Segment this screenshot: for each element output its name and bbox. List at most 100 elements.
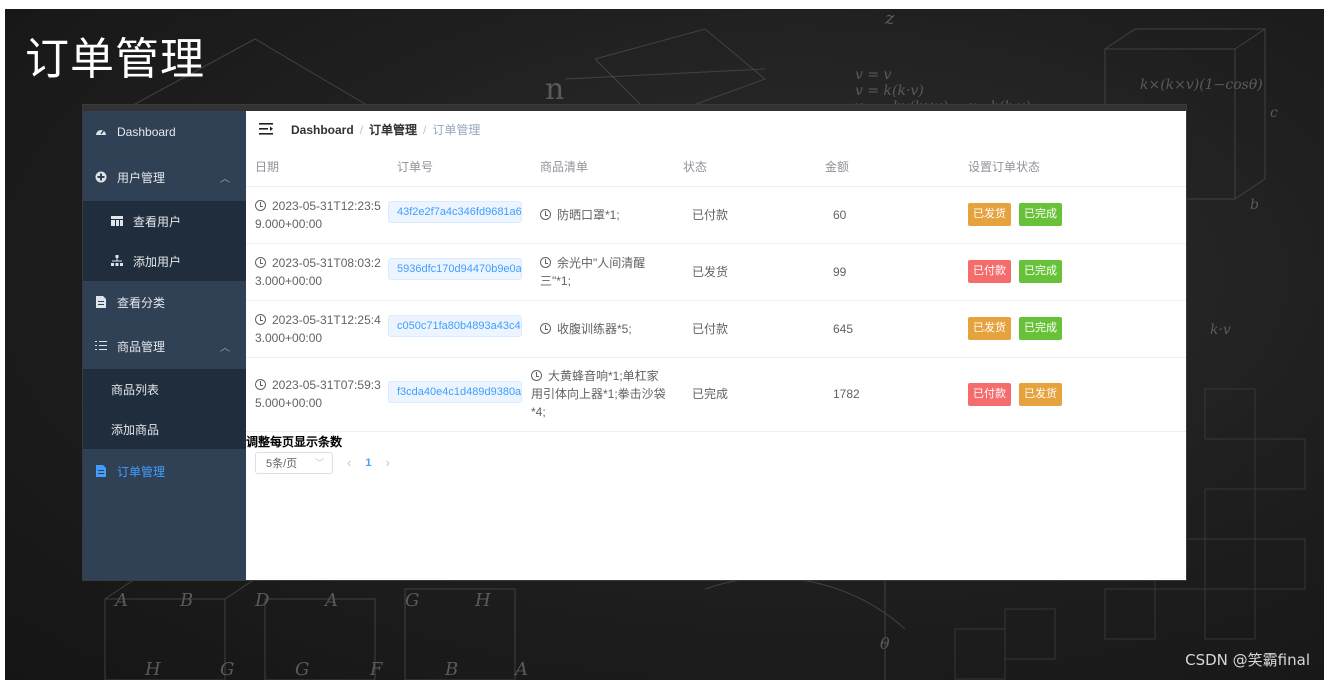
clock-icon bbox=[255, 256, 266, 268]
svg-text:k·v: k·v bbox=[1210, 322, 1231, 338]
table-row: 2023-05-31T12:23:5 9.000+00:00 43f2e2f7a4… bbox=[246, 186, 1186, 244]
chevron-up-icon: ︿ bbox=[220, 174, 230, 185]
clock-icon bbox=[255, 313, 266, 325]
sidebar-item-view-categories[interactable]: 查看分类 bbox=[83, 281, 246, 323]
sidebar-item-label: Dashboard bbox=[117, 125, 176, 139]
svg-text:k×(k×v)(1−cosθ): k×(k×v)(1−cosθ) bbox=[1140, 77, 1263, 93]
column-header-set-status: 设置订单状态 bbox=[959, 148, 1186, 187]
svg-text:H: H bbox=[474, 590, 491, 611]
svg-text:z: z bbox=[884, 9, 895, 29]
order-no-tag: f3cda40e4c1d489d9380a29c bbox=[388, 380, 522, 403]
table-row: 2023-05-31T07:59:3 5.000+00:00 f3cda40e4c… bbox=[246, 357, 1186, 432]
sidebar-item-dashboard[interactable]: Dashboard bbox=[83, 111, 246, 153]
breadcrumb-item[interactable]: Dashboard bbox=[291, 123, 354, 137]
sidebar: Dashboard 用户管理 ︿ 查看用户 添加用户 查看分类 商品管理 ︿ 商… bbox=[83, 111, 246, 580]
set-completed-button[interactable]: 已完成 bbox=[1019, 317, 1062, 340]
table-header-row: 日期 订单号 商品清单 状态 金额 设置订单状态 bbox=[246, 148, 1186, 187]
chevron-down-icon: ﹀ bbox=[314, 458, 324, 468]
sidebar-item-label: 查看分类 bbox=[117, 295, 166, 310]
date-cell: 2023-05-31T12:25:4 3.000+00:00 bbox=[246, 300, 388, 358]
sidebar-item-add-user[interactable]: 添加用户 bbox=[83, 241, 246, 281]
pagination: 5条/页 ﹀ ‹ 1 › bbox=[255, 451, 1186, 474]
date-cell: 2023-05-31T12:23:5 9.000+00:00 bbox=[246, 186, 388, 244]
sidebar-item-order-management[interactable]: 订单管理 bbox=[83, 449, 246, 493]
svg-text:v = v: v = v bbox=[855, 67, 892, 83]
main-content: Dashboard / 订单管理 / 订单管理 日期 订单号 商品清单 状态 金… bbox=[246, 111, 1186, 580]
svg-text:G: G bbox=[220, 659, 234, 680]
actions-cell: 已发货 已完成 bbox=[959, 300, 1186, 358]
svg-text:D: D bbox=[254, 590, 270, 611]
amount-cell: 645 bbox=[816, 300, 959, 358]
goods-cell: 收腹训练器*5; bbox=[531, 300, 674, 358]
actions-cell: 已付款 已完成 bbox=[959, 243, 1186, 301]
document-icon bbox=[95, 465, 107, 477]
page-size-select[interactable]: 5条/页 ﹀ bbox=[255, 451, 333, 474]
status-cell: 已完成 bbox=[674, 357, 816, 432]
set-paid-button[interactable]: 已付款 bbox=[968, 260, 1011, 283]
breadcrumb-current: 订单管理 bbox=[432, 123, 481, 137]
set-shipped-button[interactable]: 已发货 bbox=[968, 203, 1011, 226]
breadcrumb-separator: / bbox=[359, 122, 364, 137]
set-paid-button[interactable]: 已付款 bbox=[968, 382, 1011, 406]
sidebar-item-label: 商品列表 bbox=[111, 382, 160, 397]
clock-icon bbox=[540, 208, 551, 220]
app-window: Dashboard 用户管理 ︿ 查看用户 添加用户 查看分类 商品管理 ︿ 商… bbox=[83, 105, 1186, 580]
goods-text: 大黄蜂音响*1;单杠家 bbox=[548, 369, 659, 383]
slide-title: 订单管理 bbox=[25, 34, 205, 85]
breadcrumb-separator: / bbox=[423, 122, 427, 137]
date-text: 2023-05-31T08:03:2 bbox=[272, 255, 381, 270]
svg-text:n: n bbox=[545, 72, 564, 107]
column-header-amount: 金额 bbox=[816, 148, 959, 187]
sidebar-item-goods-list[interactable]: 商品列表 bbox=[83, 369, 246, 409]
sidebar-item-label: 用户管理 bbox=[117, 170, 166, 185]
actions-cell: 已发货 已完成 bbox=[959, 186, 1186, 244]
order-no-cell: 5936dfc170d94470b9e0a5de bbox=[388, 243, 531, 301]
date-text: 3.000+00:00 bbox=[255, 330, 323, 345]
next-page-button[interactable]: › bbox=[385, 455, 389, 470]
sidebar-item-view-users[interactable]: 查看用户 bbox=[83, 201, 246, 241]
clock-icon bbox=[540, 256, 551, 268]
amount-cell: 60 bbox=[816, 186, 959, 244]
breadcrumb-item[interactable]: 订单管理 bbox=[369, 121, 417, 138]
prev-page-button[interactable]: ‹ bbox=[347, 455, 351, 470]
tree-icon bbox=[111, 255, 123, 267]
date-text: 9.000+00:00 bbox=[255, 216, 323, 231]
order-no-cell: c050c71fa80b4893a43c4a4dt bbox=[388, 300, 531, 358]
set-shipped-button[interactable]: 已发货 bbox=[968, 317, 1011, 340]
date-text: 5.000+00:00 bbox=[255, 396, 323, 410]
clock-icon bbox=[255, 379, 266, 390]
page-number-current[interactable]: 1 bbox=[365, 457, 371, 469]
orders-table: 日期 订单号 商品清单 状态 金额 设置订单状态 2023-05-31T12:2… bbox=[246, 148, 1186, 432]
set-completed-button[interactable]: 已完成 bbox=[1019, 260, 1062, 283]
sidebar-item-user-management[interactable]: 用户管理 ︿ bbox=[83, 153, 246, 201]
sidebar-item-add-goods[interactable]: 添加商品 bbox=[83, 409, 246, 449]
set-completed-button[interactable]: 已完成 bbox=[1019, 203, 1062, 226]
document-icon bbox=[95, 296, 107, 308]
chevron-up-icon: ︿ bbox=[220, 343, 230, 354]
order-no-cell: 43f2e2f7a4c346fd9681a62d2 bbox=[388, 186, 531, 244]
svg-text:θ: θ bbox=[880, 634, 890, 653]
status-cell: 已付款 bbox=[674, 300, 816, 358]
amount-cell: 99 bbox=[816, 243, 959, 301]
column-header-status: 状态 bbox=[674, 148, 816, 187]
navbar: Dashboard / 订单管理 / 订单管理 bbox=[246, 111, 1186, 148]
sidebar-item-goods-management[interactable]: 商品管理 ︿ bbox=[83, 323, 246, 369]
table-row: 2023-05-31T08:03:2 3.000+00:00 5936dfc170… bbox=[246, 243, 1186, 301]
page-size-label: 调整每页显示条数 bbox=[246, 434, 343, 449]
hamburger-menu-icon[interactable] bbox=[259, 122, 273, 138]
set-shipped-button[interactable]: 已发货 bbox=[1019, 382, 1062, 406]
goods-cell: 余光中"人间清醒三"*1; bbox=[531, 243, 674, 301]
status-cell: 已付款 bbox=[674, 186, 816, 244]
list-icon bbox=[95, 340, 107, 352]
goods-cell: 大黄蜂音响*1;单杠家 用引体向上器*1;拳击沙袋 *4; bbox=[531, 357, 674, 432]
svg-text:H: H bbox=[144, 659, 161, 680]
table-row: 2023-05-31T12:25:4 3.000+00:00 c050c71fa8… bbox=[246, 300, 1186, 358]
svg-text:A: A bbox=[113, 590, 128, 611]
date-text: 2023-05-31T12:25:4 bbox=[272, 312, 381, 327]
clock-icon bbox=[540, 322, 551, 334]
svg-text:B: B bbox=[444, 659, 458, 680]
date-cell: 2023-05-31T08:03:2 3.000+00:00 bbox=[246, 243, 388, 301]
date-cell: 2023-05-31T07:59:3 5.000+00:00 bbox=[246, 357, 388, 432]
clock-icon bbox=[255, 199, 266, 211]
sidebar-item-label: 商品管理 bbox=[117, 339, 166, 354]
